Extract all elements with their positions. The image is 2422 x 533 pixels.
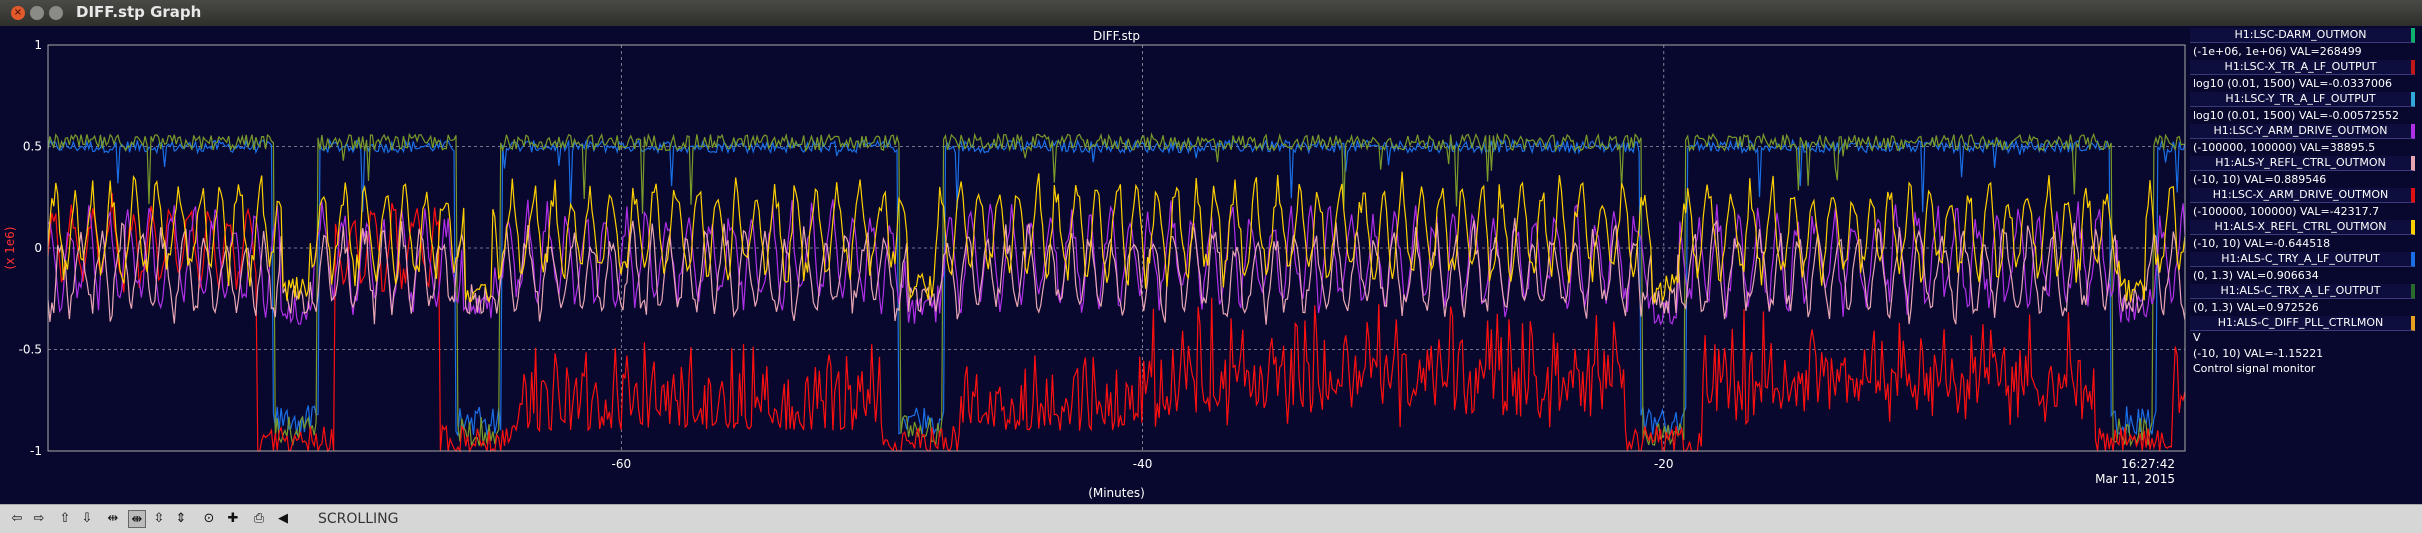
strip-chart[interactable]: 1 0.5 0 -0.5 -1 -60 -40 -20 DIFF.stp (Minutes) (x …	[0, 26, 2190, 504]
x-axis-label: (Minutes)	[1088, 486, 1145, 500]
legend-entry[interactable]: H1:ALS-C_DIFF_PLL_CTRLMON V (-10, 10) VAL=…	[2190, 316, 2415, 376]
x-tick-label: -40	[1133, 457, 1153, 471]
zoom-y-out-icon[interactable]: ⇳	[150, 510, 168, 528]
speaker-icon[interactable]: ◀	[274, 510, 292, 528]
legend-channel-unit: V	[2193, 331, 2201, 344]
end-time-label: 16:27:42	[2121, 457, 2175, 471]
legend-entry[interactable]: H1:LSC-Y_TR_A_LF_OUTPUT log10 (0.01, 1500…	[2190, 92, 2415, 124]
legend-entry[interactable]: H1:ALS-C_TRY_A_LF_OUTPUT (0, 1.3) VAL=0.9…	[2190, 252, 2415, 284]
channel-legend: H1:LSC-DARM_OUTMON (-1e+06, 1e+06) VAL=26…	[2190, 28, 2415, 376]
plot-area[interactable]: 1 0.5 0 -0.5 -1 -60 -40 -20 DIFF.stp (Minutes) (x …	[0, 26, 2422, 504]
legend-channel-range: (0, 1.3) VAL=0.972526	[2193, 301, 2319, 314]
legend-channel-range: (-100000, 100000) VAL=-42317.7	[2193, 205, 2380, 218]
zoom-x-icon[interactable]: ⇹	[104, 510, 122, 528]
legend-entry[interactable]: H1:ALS-X_REFL_CTRL_OUTMON (-10, 10) VAL=-…	[2190, 220, 2415, 252]
legend-entry[interactable]: H1:LSC-X_TR_A_LF_OUTPUT log10 (0.01, 1500…	[2190, 60, 2415, 92]
add-icon[interactable]: ✚	[224, 510, 242, 528]
zoom-x-in-icon[interactable]: ⇼	[128, 510, 146, 528]
legend-channel-name: H1:ALS-C_TRY_A_LF_OUTPUT	[2190, 252, 2415, 267]
legend-entry[interactable]: H1:LSC-X_ARM_DRIVE_OUTMON (-100000, 10000…	[2190, 188, 2415, 220]
scroll-up-icon[interactable]: ⇧	[56, 510, 74, 528]
legend-entry[interactable]: H1:LSC-Y_ARM_DRIVE_OUTMON (-100000, 10000…	[2190, 124, 2415, 156]
y-tick-label: -1	[30, 444, 42, 458]
legend-channel-name: H1:LSC-Y_TR_A_LF_OUTPUT	[2190, 92, 2415, 107]
y-tick-label: 0.5	[23, 140, 42, 154]
window-titlebar: × DIFF.stp Graph	[0, 0, 2422, 26]
y-tick-label: 0	[34, 241, 42, 255]
mode-label: SCROLLING	[318, 511, 399, 527]
legend-channel-name: H1:ALS-C_TRX_A_LF_OUTPUT	[2190, 284, 2415, 299]
close-window-button[interactable]: ×	[11, 6, 25, 20]
legend-channel-description: Control signal monitor	[2193, 362, 2316, 375]
legend-channel-name: H1:LSC-X_ARM_DRIVE_OUTMON	[2190, 188, 2415, 203]
legend-channel-name: H1:LSC-X_TR_A_LF_OUTPUT	[2190, 60, 2415, 75]
end-date-label: Mar 11, 2015	[2095, 472, 2175, 486]
legend-channel-name: H1:LSC-DARM_OUTMON	[2190, 28, 2415, 43]
legend-entry[interactable]: H1:ALS-C_TRX_A_LF_OUTPUT (0, 1.3) VAL=0.9…	[2190, 284, 2415, 316]
legend-channel-range: log10 (0.01, 1500) VAL=-0.0337006	[2193, 77, 2392, 90]
graph-toolbar: ⇦ ⇨ ⇧ ⇩ ⇹ ⇼ ⇳ ⇕ ⊙ ✚ ⎙ ◀ SCROLLING	[0, 504, 2422, 533]
legend-channel-range: log10 (0.01, 1500) VAL=-0.00572552	[2193, 109, 2399, 122]
legend-channel-name: H1:LSC-Y_ARM_DRIVE_OUTMON	[2190, 124, 2415, 139]
legend-channel-range: (-100000, 100000) VAL=38895.5	[2193, 141, 2376, 154]
scroll-right-icon[interactable]: ⇨	[30, 510, 48, 528]
trace-darm	[47, 138, 2186, 436]
print-icon[interactable]: ⎙	[250, 510, 268, 528]
y-tick-label: 1	[34, 38, 42, 52]
legend-channel-range: (0, 1.3) VAL=0.906634	[2193, 269, 2319, 282]
y-axis-label: (x 1e6)	[3, 227, 17, 270]
legend-channel-name: H1:ALS-Y_REFL_CTRL_OUTMON	[2190, 156, 2415, 171]
scroll-down-icon[interactable]: ⇩	[78, 510, 96, 528]
x-tick-label: -60	[612, 457, 632, 471]
legend-channel-range: (-10, 10) VAL=0.889546	[2193, 173, 2327, 186]
window-title: DIFF.stp Graph	[76, 3, 202, 21]
scroll-left-icon[interactable]: ⇦	[8, 510, 26, 528]
legend-channel-name: H1:ALS-C_DIFF_PLL_CTRLMON	[2190, 316, 2415, 331]
center-icon[interactable]: ⊙	[200, 510, 218, 528]
chart-title: DIFF.stp	[1093, 29, 1140, 43]
y-tick-label: -0.5	[19, 343, 42, 357]
minimize-window-button[interactable]	[30, 6, 44, 20]
x-tick-label: -20	[1654, 457, 1674, 471]
legend-channel-range: (-1e+06, 1e+06) VAL=268499	[2193, 45, 2362, 58]
legend-channel-range: (-10, 10) VAL=-0.644518	[2193, 237, 2331, 250]
legend-channel-range: (-10, 10) VAL=-1.15221	[2193, 347, 2324, 360]
zoom-y-in-icon[interactable]: ⇕	[172, 510, 190, 528]
maximize-window-button[interactable]	[49, 6, 63, 20]
legend-entry[interactable]: H1:ALS-Y_REFL_CTRL_OUTMON (-10, 10) VAL=0…	[2190, 156, 2415, 188]
legend-entry[interactable]: H1:LSC-DARM_OUTMON (-1e+06, 1e+06) VAL=26…	[2190, 28, 2415, 60]
legend-channel-name: H1:ALS-X_REFL_CTRL_OUTMON	[2190, 220, 2415, 235]
